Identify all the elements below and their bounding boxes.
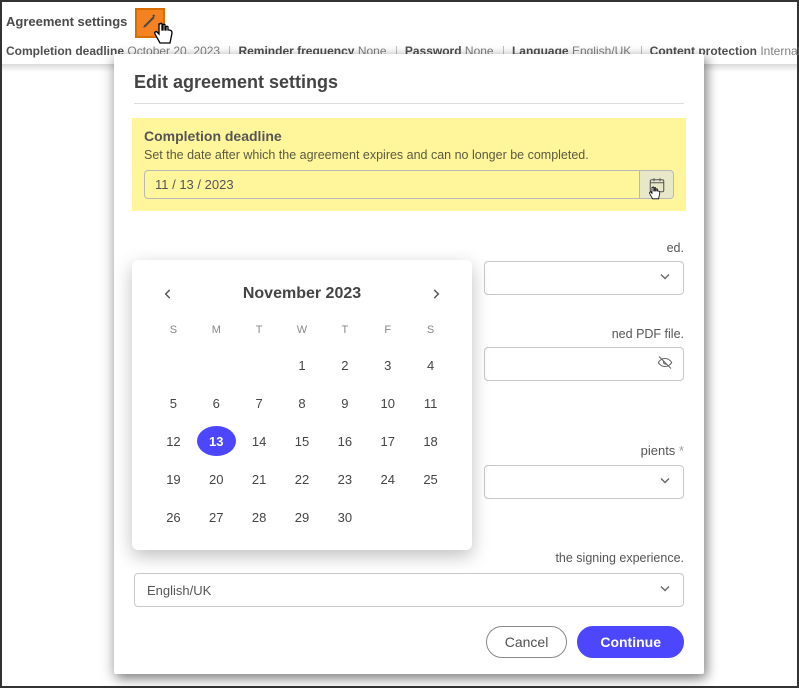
language-desc-tail: the signing experience. [134,551,684,565]
cancel-button[interactable]: Cancel [486,626,568,658]
calendar-dow: T [240,324,279,342]
calendar-dow: M [197,324,236,342]
calendar-day[interactable]: 20 [197,464,236,494]
calendar-day[interactable]: 16 [325,426,364,456]
calendar-day[interactable]: 17 [368,426,407,456]
calendar-day[interactable]: 9 [325,388,364,418]
calendar-day[interactable]: 6 [197,388,236,418]
password-desc-tail: ned PDF file. [612,327,684,341]
calendar-day[interactable]: 25 [411,464,450,494]
continue-button[interactable]: Continue [577,626,684,658]
calendar-day[interactable]: 27 [197,502,236,532]
calendar-day[interactable]: 19 [154,464,193,494]
calendar-day[interactable]: 1 [283,350,322,380]
edit-agreement-settings-dialog: Edit agreement settings Completion deadl… [114,54,704,674]
calendar-day[interactable]: 28 [240,502,279,532]
calendar-icon [648,176,666,194]
completion-deadline-section: Completion deadline Set the date after w… [132,118,686,211]
prev-month-button[interactable] [154,280,182,308]
reminder-frequency-select[interactable] [484,261,684,295]
calendar-day[interactable]: 4 [411,350,450,380]
next-month-button[interactable] [422,280,450,308]
language-select[interactable]: English/UK [134,573,684,607]
calendar-day[interactable]: 10 [368,388,407,418]
completion-deadline-title: Completion deadline [144,128,674,144]
calendar-month-label: November 2023 [243,285,361,303]
date-picker-popover: November 2023 SMTWTFS1234567891011121314… [132,260,472,550]
content-protection-label-tail: pients [641,443,676,458]
calendar-dow: S [411,324,450,342]
chevron-down-icon [657,473,673,492]
calendar-day[interactable]: 8 [283,388,322,418]
agreement-settings-title: Agreement settings [6,14,127,29]
open-calendar-button[interactable] [640,170,674,199]
calendar-day[interactable]: 5 [154,388,193,418]
calendar-day[interactable]: 30 [325,502,364,532]
chevron-down-icon [657,269,673,288]
content-protection-select[interactable] [484,465,684,499]
completion-deadline-desc: Set the date after which the agreement e… [144,148,674,162]
calendar-day[interactable]: 29 [283,502,322,532]
calendar-dow: T [325,324,364,342]
calendar-day[interactable]: 24 [368,464,407,494]
calendar-day[interactable]: 21 [240,464,279,494]
completion-deadline-input[interactable]: 11 / 13 / 2023 [144,170,640,199]
calendar-day[interactable]: 23 [325,464,364,494]
calendar-day[interactable]: 3 [368,350,407,380]
calendar-dow: S [154,324,193,342]
calendar-day[interactable]: 22 [283,464,322,494]
calendar-dow: W [283,324,322,342]
chevron-down-icon [657,581,673,600]
language-select-value: English/UK [147,583,211,598]
calendar-day[interactable]: 15 [283,426,322,456]
dialog-title: Edit agreement settings [134,72,684,93]
edit-settings-button[interactable] [135,8,165,38]
calendar-dow: F [368,324,407,342]
calendar-day[interactable]: 12 [154,426,193,456]
required-star: * [679,443,684,458]
password-input[interactable] [484,347,684,381]
eye-off-icon [657,355,673,374]
calendar-day[interactable]: 13 [197,426,236,456]
pencil-icon [141,12,159,30]
calendar-day[interactable]: 14 [240,426,279,456]
calendar-day[interactable]: 7 [240,388,279,418]
reminder-desc-tail: ed. [667,241,684,255]
calendar-day[interactable]: 26 [154,502,193,532]
calendar-day[interactable]: 2 [325,350,364,380]
calendar-day[interactable]: 18 [411,426,450,456]
calendar-day[interactable]: 11 [411,388,450,418]
